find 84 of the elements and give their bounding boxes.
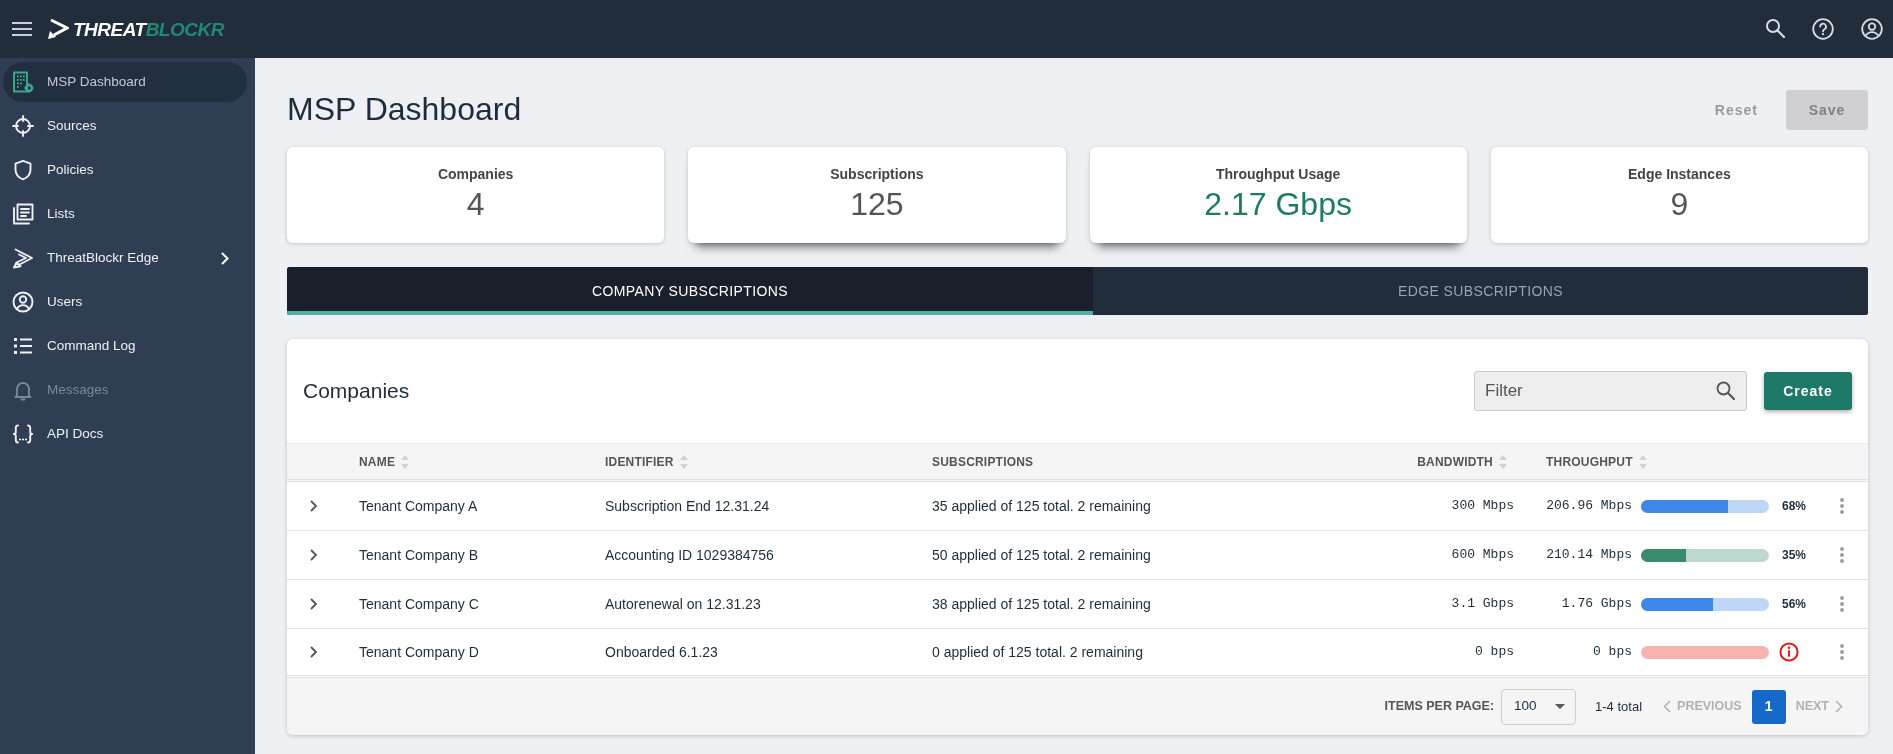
stat-label: Subscriptions [830,166,924,183]
chevron-right-icon[interactable] [308,598,320,610]
stat-value: 125 [850,184,904,224]
chevron-right-icon[interactable] [308,549,320,561]
user-circle-icon [12,291,34,313]
sidebar-item[interactable]: MSP Dashboard [3,62,247,102]
bell-icon [12,379,34,401]
sidebar-item[interactable]: Command Log [3,326,247,366]
sort-icon [401,454,410,469]
table-cell-text: Subscription End 12.31.24 [605,496,770,516]
table-cell-text: 3.1 Gbps [1451,595,1514,614]
documents-icon [12,203,34,225]
menu-icon[interactable] [12,22,32,36]
column-header[interactable]: NAME [359,452,410,471]
table-cell-text: 0 bps [1593,643,1632,662]
items-per-page-label: ITEMS PER PAGE: [1384,698,1495,716]
percent-label: 56% [1782,596,1807,613]
caret-icon [1555,704,1566,709]
table-cell-text: 50 applied of 125 total. 2 remaining [932,545,1151,565]
arrow-icon [12,247,34,269]
table-cell-text: Autorenewal on 12.31.23 [605,594,761,614]
chevron-left-icon [1663,700,1672,713]
table-cell-text: Tenant Company B [359,545,479,565]
stat-value: 2.17 Gbps [1204,184,1352,224]
sidebar-item[interactable]: Lists [3,194,247,234]
stat-label: Companies [437,166,514,183]
sidebar-item[interactable]: ThreatBlockr Edge [3,238,247,278]
logo-icon [47,18,69,40]
column-header: SUBSCRIPTIONS [932,453,1034,471]
table-cell-text: Tenant Company D [359,642,479,662]
kebab-menu-icon[interactable] [1839,547,1844,563]
building-icon [12,71,34,93]
stat-label: Edge Instances [1628,166,1731,183]
items-per-page-select[interactable]: 100 [1501,688,1577,725]
table-cell-text: 600 Mbps [1451,546,1514,565]
sort-icon [1499,454,1507,469]
list-icon [12,335,34,357]
table-cell-text: 1.76 Gbps [1561,595,1632,614]
table-cell-text: Onboarded 6.1.23 [605,642,718,662]
search-icon[interactable] [1765,18,1785,38]
crosshair-icon [12,115,34,137]
sort-icon [1638,454,1647,469]
sort-icon [679,454,688,469]
column-header[interactable]: IDENTIFIER [605,452,688,471]
table-cell-text: 38 applied of 125 total. 2 remaining [932,594,1151,614]
stat-value: 9 [1670,184,1689,224]
panel-title: Companies [303,378,410,404]
account-icon[interactable] [1861,18,1883,40]
sidebar-item[interactable]: Users [3,282,247,322]
table-cell-text: 206.96 Mbps [1546,497,1632,516]
help-icon[interactable] [1812,18,1834,40]
page-title: MSP Dashboard [287,92,522,128]
column-header[interactable]: THROUGHPUT [1514,452,1647,471]
table-cell-text: 210.14 Mbps [1546,546,1632,565]
kebab-menu-icon[interactable] [1839,596,1844,612]
kebab-menu-icon[interactable] [1839,644,1844,660]
sidebar-item[interactable]: Sources [3,106,247,146]
percent-label: 68% [1782,498,1807,515]
page-button[interactable]: 1 [1751,689,1786,724]
create-button[interactable]: Create [1764,372,1852,410]
braces-icon [12,423,34,445]
table-cell-text: 0 bps [1475,643,1514,662]
column-header[interactable]: BANDWIDTH [1417,452,1507,471]
table-cell-text: Accounting ID 1029384756 [605,545,774,565]
table-cell-text: Tenant Company A [359,496,478,516]
table-cell-text: 300 Mbps [1451,497,1514,516]
sidebar-item[interactable]: Policies [3,150,247,190]
sidebar-item[interactable]: API Docs [3,414,247,454]
stat-value: 4 [466,184,485,224]
table-cell-text: 0 applied of 125 total. 2 remaining [932,642,1143,662]
table-cell-text: 35 applied of 125 total. 2 remaining [932,496,1151,516]
percent-label: 35% [1782,547,1807,564]
tab[interactable]: COMPANY SUBSCRIPTIONS [287,267,1093,315]
stat-label: Throughput Usage [1215,166,1341,183]
chevron-right-icon [1835,700,1843,713]
shield-icon [12,159,34,181]
table-cell-text: Tenant Company C [359,594,479,614]
chevron-right-icon[interactable] [308,646,320,658]
chevron-right-icon[interactable] [308,500,320,512]
search-icon [1716,381,1735,400]
brand-logo: THREATBLOCKR [73,19,224,39]
total-count: 1-4 total [1595,697,1643,716]
kebab-menu-icon[interactable] [1839,498,1844,514]
filter-field[interactable]: Filter [1474,371,1747,411]
